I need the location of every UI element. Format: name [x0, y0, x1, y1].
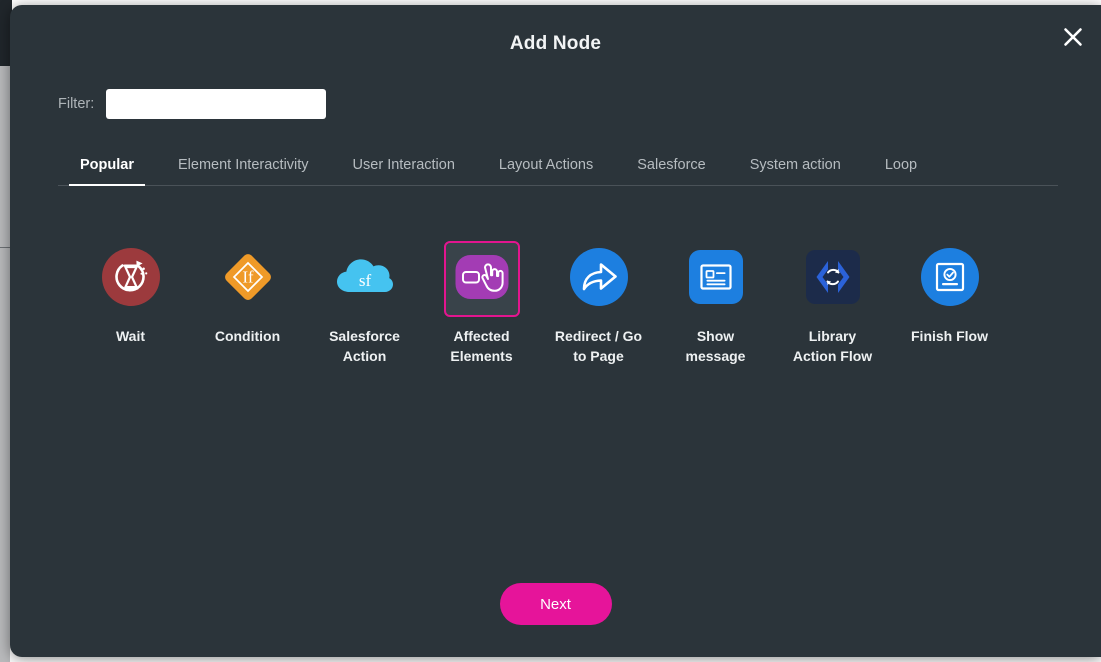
close-icon[interactable] [1053, 17, 1093, 57]
node-option-redirect-go-to-page[interactable]: Redirect / Go to Page [540, 237, 657, 367]
node-icon-container [443, 241, 520, 317]
node-option-salesforce-action[interactable]: sf Salesforce Action [306, 237, 423, 367]
node-option-library-action-flow[interactable]: Library Action Flow [774, 237, 891, 367]
condition-diamond-if-icon: If [219, 248, 277, 311]
affected-elements-hand-icon [453, 248, 511, 311]
finish-flow-icon [920, 247, 979, 311]
redirect-arrow-icon [569, 247, 628, 311]
tab-loop[interactable]: Loop [863, 153, 939, 185]
next-button[interactable]: Next [499, 583, 612, 625]
tab-popular[interactable]: Popular [58, 153, 156, 186]
node-icon-container: If [210, 241, 286, 317]
salesforce-cloud-icon: sf [335, 248, 395, 311]
node-option-condition[interactable]: If Condition [189, 237, 306, 367]
search-input[interactable] [106, 89, 327, 119]
node-label: Library Action Flow [792, 328, 873, 364]
node-icon-container [678, 241, 754, 317]
node-label: Finish Flow [911, 328, 988, 344]
node-label: Redirect / Go to Page [554, 328, 643, 364]
tab-user-interaction[interactable]: User Interaction [331, 153, 477, 185]
filter-row: Filter: [58, 89, 327, 119]
node-label: Salesforce Action [329, 328, 400, 364]
node-option-show-message[interactable]: Show message [657, 237, 774, 367]
hourglass-wait-icon [101, 247, 160, 311]
node-option-finish-flow[interactable]: Finish Flow [891, 237, 1008, 367]
add-node-dialog: Add Node Filter: Popular Element Interac… [10, 5, 1101, 657]
node-label: Affected Elements [450, 328, 513, 364]
tab-bar: Popular Element Interactivity User Inter… [58, 153, 1058, 186]
node-type-grid: Wait If Condition sf Salesforce Action A… [72, 237, 1032, 367]
page-title: Add Node [509, 33, 602, 54]
tab-layout-actions[interactable]: Layout Actions [477, 153, 615, 185]
node-icon-container: sf [327, 241, 403, 317]
node-label: Wait [115, 328, 146, 344]
svg-text:sf: sf [358, 271, 371, 290]
node-option-affected-elements[interactable]: Affected Elements [423, 237, 540, 367]
node-label: Show message [685, 328, 746, 364]
show-message-icon [687, 248, 745, 311]
node-icon-container [795, 241, 871, 317]
tab-element-interactivity[interactable]: Element Interactivity [156, 153, 331, 185]
background-side-strip [0, 66, 10, 662]
svg-text:If: If [242, 267, 253, 286]
node-icon-container [912, 241, 988, 317]
node-label: Condition [214, 328, 281, 344]
filter-label: Filter: [58, 96, 95, 112]
tab-salesforce[interactable]: Salesforce [615, 153, 728, 185]
library-action-flow-icon [804, 248, 862, 311]
background-divider [0, 247, 10, 248]
node-icon-container [561, 241, 637, 317]
node-option-wait[interactable]: Wait [72, 237, 189, 367]
tab-system-action[interactable]: System action [728, 153, 863, 185]
node-icon-container [93, 241, 169, 317]
